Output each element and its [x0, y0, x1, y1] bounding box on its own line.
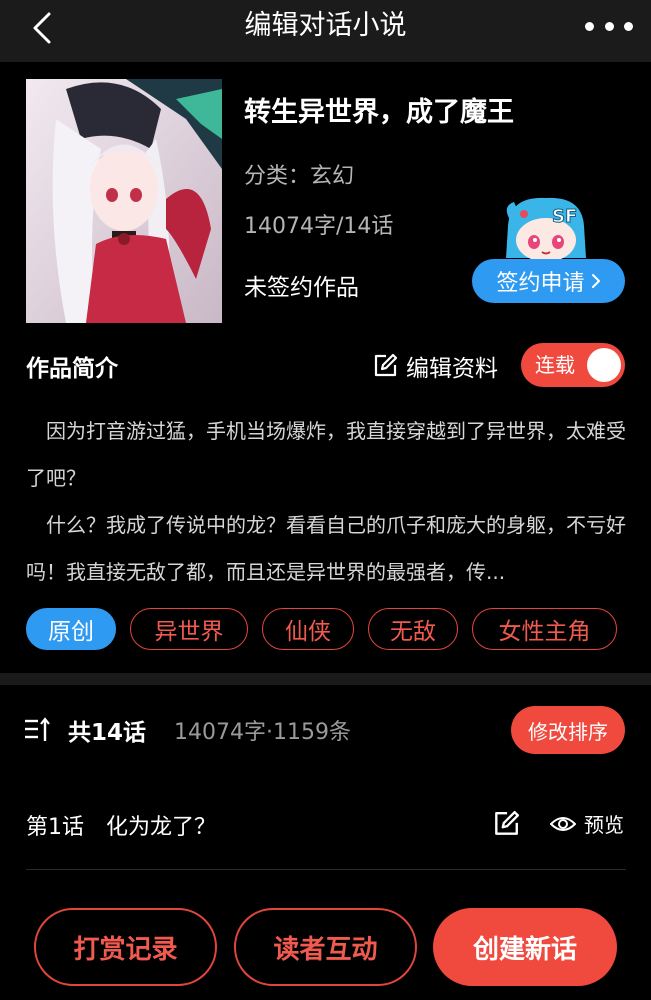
row-divider — [26, 869, 626, 870]
tag-item[interactable]: 无敌 — [368, 608, 458, 650]
section-divider — [0, 673, 651, 685]
sign-status: 未签约作品 — [244, 275, 359, 301]
top-bar: 编辑对话小说 — [0, 0, 651, 62]
reader-interaction-button[interactable]: 读者互动 — [234, 908, 417, 986]
tag-item[interactable]: 女性主角 — [472, 608, 617, 650]
more-dot-icon — [604, 21, 614, 31]
mascot-logo-text: SF — [552, 206, 577, 227]
sign-apply-label: 签约申请 — [496, 271, 585, 296]
eye-icon — [550, 816, 576, 831]
tag-item[interactable]: 仙侠 — [262, 608, 354, 650]
synopsis-text: 因为打音游过猛，手机当场爆炸，我直接穿越到了异世界，太难受了吧？ 什么？我成了传… — [26, 408, 626, 596]
novel-category: 分类：玄幻 — [244, 164, 355, 189]
chapter-name: 化为龙了？ — [106, 815, 217, 840]
edit-icon — [374, 353, 398, 377]
sign-apply-button[interactable]: 签约申请 — [472, 259, 625, 303]
edit-info-button[interactable]: 编辑资料 — [372, 346, 498, 386]
novel-word-count: 14074字/14话 — [244, 214, 394, 239]
more-dot-icon — [585, 21, 594, 31]
chapter-stats: 14074字·1159条 — [174, 720, 351, 745]
tag-original[interactable]: 原创 — [26, 608, 116, 650]
intro-heading: 作品简介 — [26, 356, 118, 382]
edit-info-label: 编辑资料 — [406, 356, 498, 382]
synopsis-paragraph-text: 因为打音游过猛，手机当场爆炸，我直接穿越到了异世界，太难受了吧？ — [26, 419, 626, 490]
chapter-preview-button[interactable]: 预览 — [550, 809, 624, 838]
page-title: 编辑对话小说 — [244, 10, 407, 41]
tips-record-button[interactable]: 打赏记录 — [34, 908, 217, 986]
novel-cover-image[interactable] — [26, 79, 222, 323]
chapter-row[interactable]: 第1话 化为龙了？ 预览 — [26, 800, 626, 848]
tag-item[interactable]: 异世界 — [130, 608, 248, 650]
synopsis-paragraph: 因为打音游过猛，手机当场爆炸，我直接穿越到了异世界，太难受了吧？ — [26, 408, 626, 502]
serial-toggle-label: 连载 — [535, 353, 575, 377]
serial-toggle[interactable]: 连载 — [521, 343, 625, 387]
toggle-knob — [587, 348, 621, 382]
more-dot-icon — [624, 21, 633, 31]
more-options-button[interactable] — [585, 12, 633, 40]
chapter-count: 共14话 — [68, 720, 147, 746]
cover-illustration — [26, 79, 222, 323]
synopsis-paragraph: 什么？我成了传说中的龙？看看自己的爪子和庞大的身躯，不亏好吗！我直接无敌了都，而… — [26, 502, 626, 596]
mascot-image: SF — [500, 196, 592, 266]
chapter-list-icon — [25, 717, 50, 741]
chapter-edit-icon[interactable] — [492, 810, 520, 838]
create-chapter-button[interactable]: 创建新话 — [433, 908, 617, 986]
chapter-number: 第1话 — [26, 815, 84, 840]
novel-title: 转生异世界，成了魔王 — [244, 97, 514, 128]
chevron-right-icon — [591, 274, 600, 288]
edit-sort-button[interactable]: 修改排序 — [511, 706, 625, 754]
preview-label: 预览 — [584, 813, 624, 837]
synopsis-paragraph-text: 什么？我成了传说中的龙？看看自己的爪子和庞大的身躯，不亏好吗！我直接无敌了都，而… — [26, 513, 626, 584]
